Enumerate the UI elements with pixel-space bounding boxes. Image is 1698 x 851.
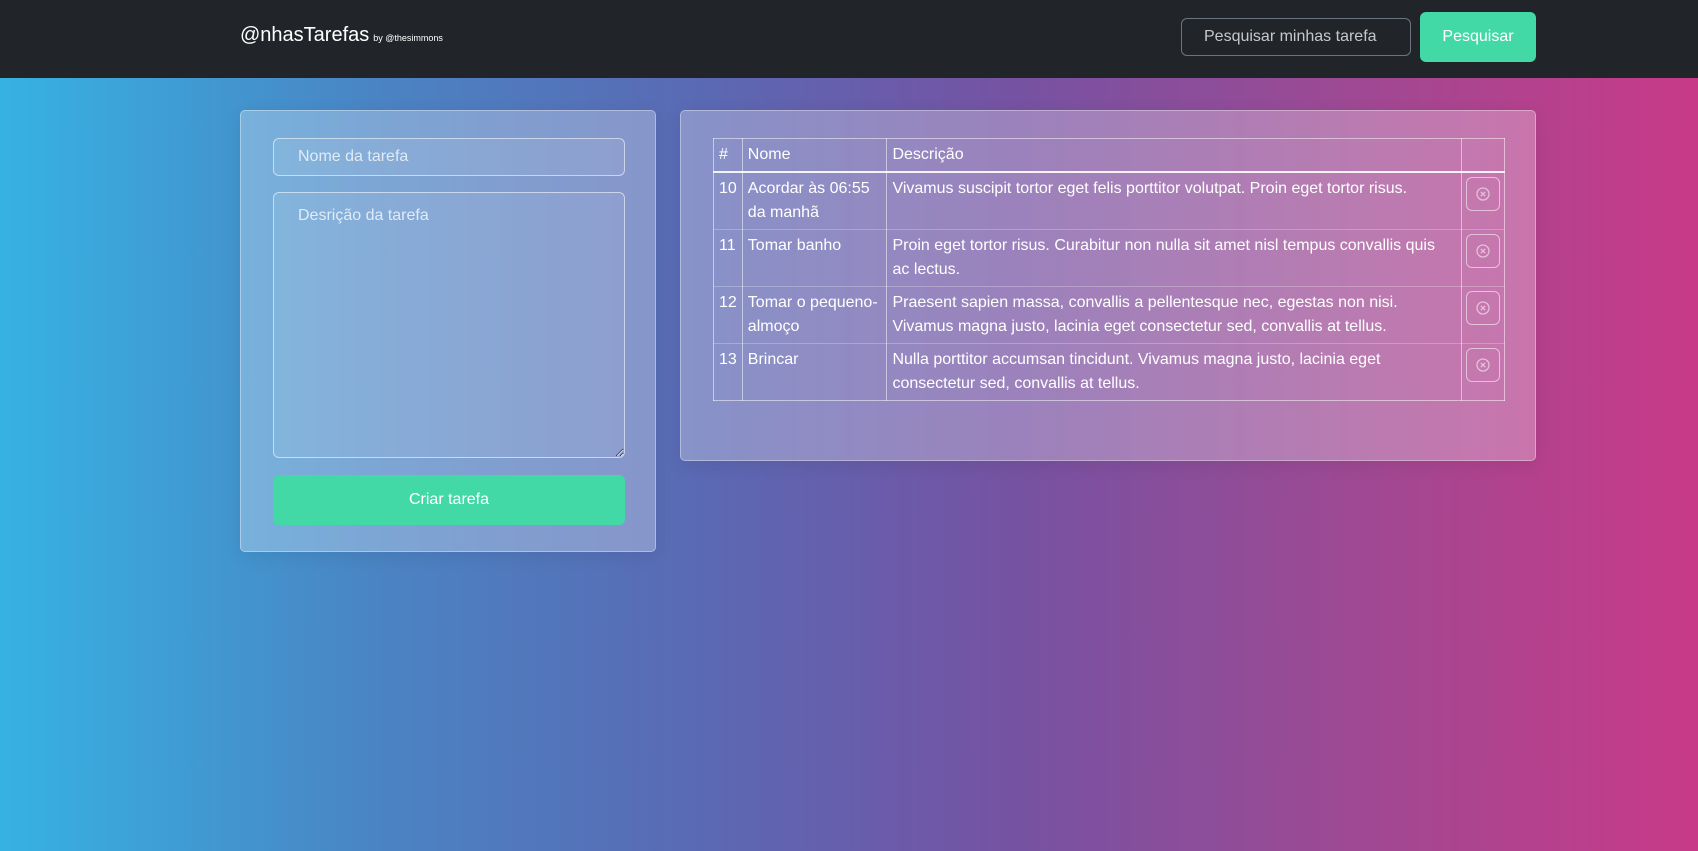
task-description-textarea[interactable] [273, 192, 625, 458]
task-name: Tomar banho [741, 229, 888, 287]
circle-x-icon [1476, 187, 1490, 201]
delete-task-button[interactable] [1465, 177, 1500, 211]
create-task-button[interactable]: Criar tarefa [273, 475, 625, 525]
navbar: @nhasTarefas by @thesimmons Pesquisar [0, 0, 1698, 78]
header-description: Descrição [886, 138, 1462, 173]
task-id: 11 [713, 229, 743, 287]
circle-x-icon [1476, 301, 1490, 315]
task-actions [1460, 171, 1506, 230]
task-id: 10 [713, 171, 743, 230]
task-actions [1460, 229, 1506, 287]
table-header-row: # Nome Descrição [713, 138, 1506, 173]
task-description: Praesent sapien massa, convallis a pelle… [886, 286, 1462, 344]
task-description: Nulla porttitor accumsan tincidunt. Viva… [886, 343, 1462, 401]
header-name: Nome [741, 138, 888, 173]
circle-x-icon [1476, 358, 1490, 372]
brand-title: @nhasTarefas [240, 24, 370, 46]
table-row: 10 Acordar às 06:55 da manhã Vivamus sus… [713, 171, 1506, 230]
task-name: Brincar [741, 343, 888, 401]
task-table: # Nome Descrição 10 Acordar às 06:55 da … [713, 138, 1506, 401]
circle-x-icon [1476, 244, 1490, 258]
task-name-input[interactable] [273, 138, 625, 176]
header-id: # [713, 138, 743, 173]
brand[interactable]: @nhasTarefas by @thesimmons [240, 24, 443, 47]
delete-task-button[interactable] [1465, 291, 1500, 325]
task-id: 13 [713, 343, 743, 401]
task-actions [1460, 286, 1506, 344]
search-button[interactable]: Pesquisar [1420, 12, 1536, 62]
table-row: 12 Tomar o pequeno-almoço Praesent sapie… [713, 286, 1506, 344]
delete-task-button[interactable] [1465, 348, 1500, 382]
task-description: Proin eget tortor risus. Curabitur non n… [886, 229, 1462, 287]
table-row: 13 Brincar Nulla porttitor accumsan tinc… [713, 343, 1506, 401]
table-row: 11 Tomar banho Proin eget tortor risus. … [713, 229, 1506, 287]
search-input[interactable] [1181, 18, 1411, 56]
header-actions [1460, 138, 1506, 173]
task-table-card: # Nome Descrição 10 Acordar às 06:55 da … [680, 110, 1536, 461]
delete-task-button[interactable] [1465, 234, 1500, 268]
task-name: Tomar o pequeno-almoço [741, 286, 888, 344]
brand-byline: by @thesimmons [373, 33, 443, 43]
task-id: 12 [713, 286, 743, 344]
task-name: Acordar às 06:55 da manhã [741, 171, 888, 230]
task-actions [1460, 343, 1506, 401]
task-description: Vivamus suscipit tortor eget felis portt… [886, 171, 1462, 230]
task-form-card: Criar tarefa [240, 110, 656, 552]
